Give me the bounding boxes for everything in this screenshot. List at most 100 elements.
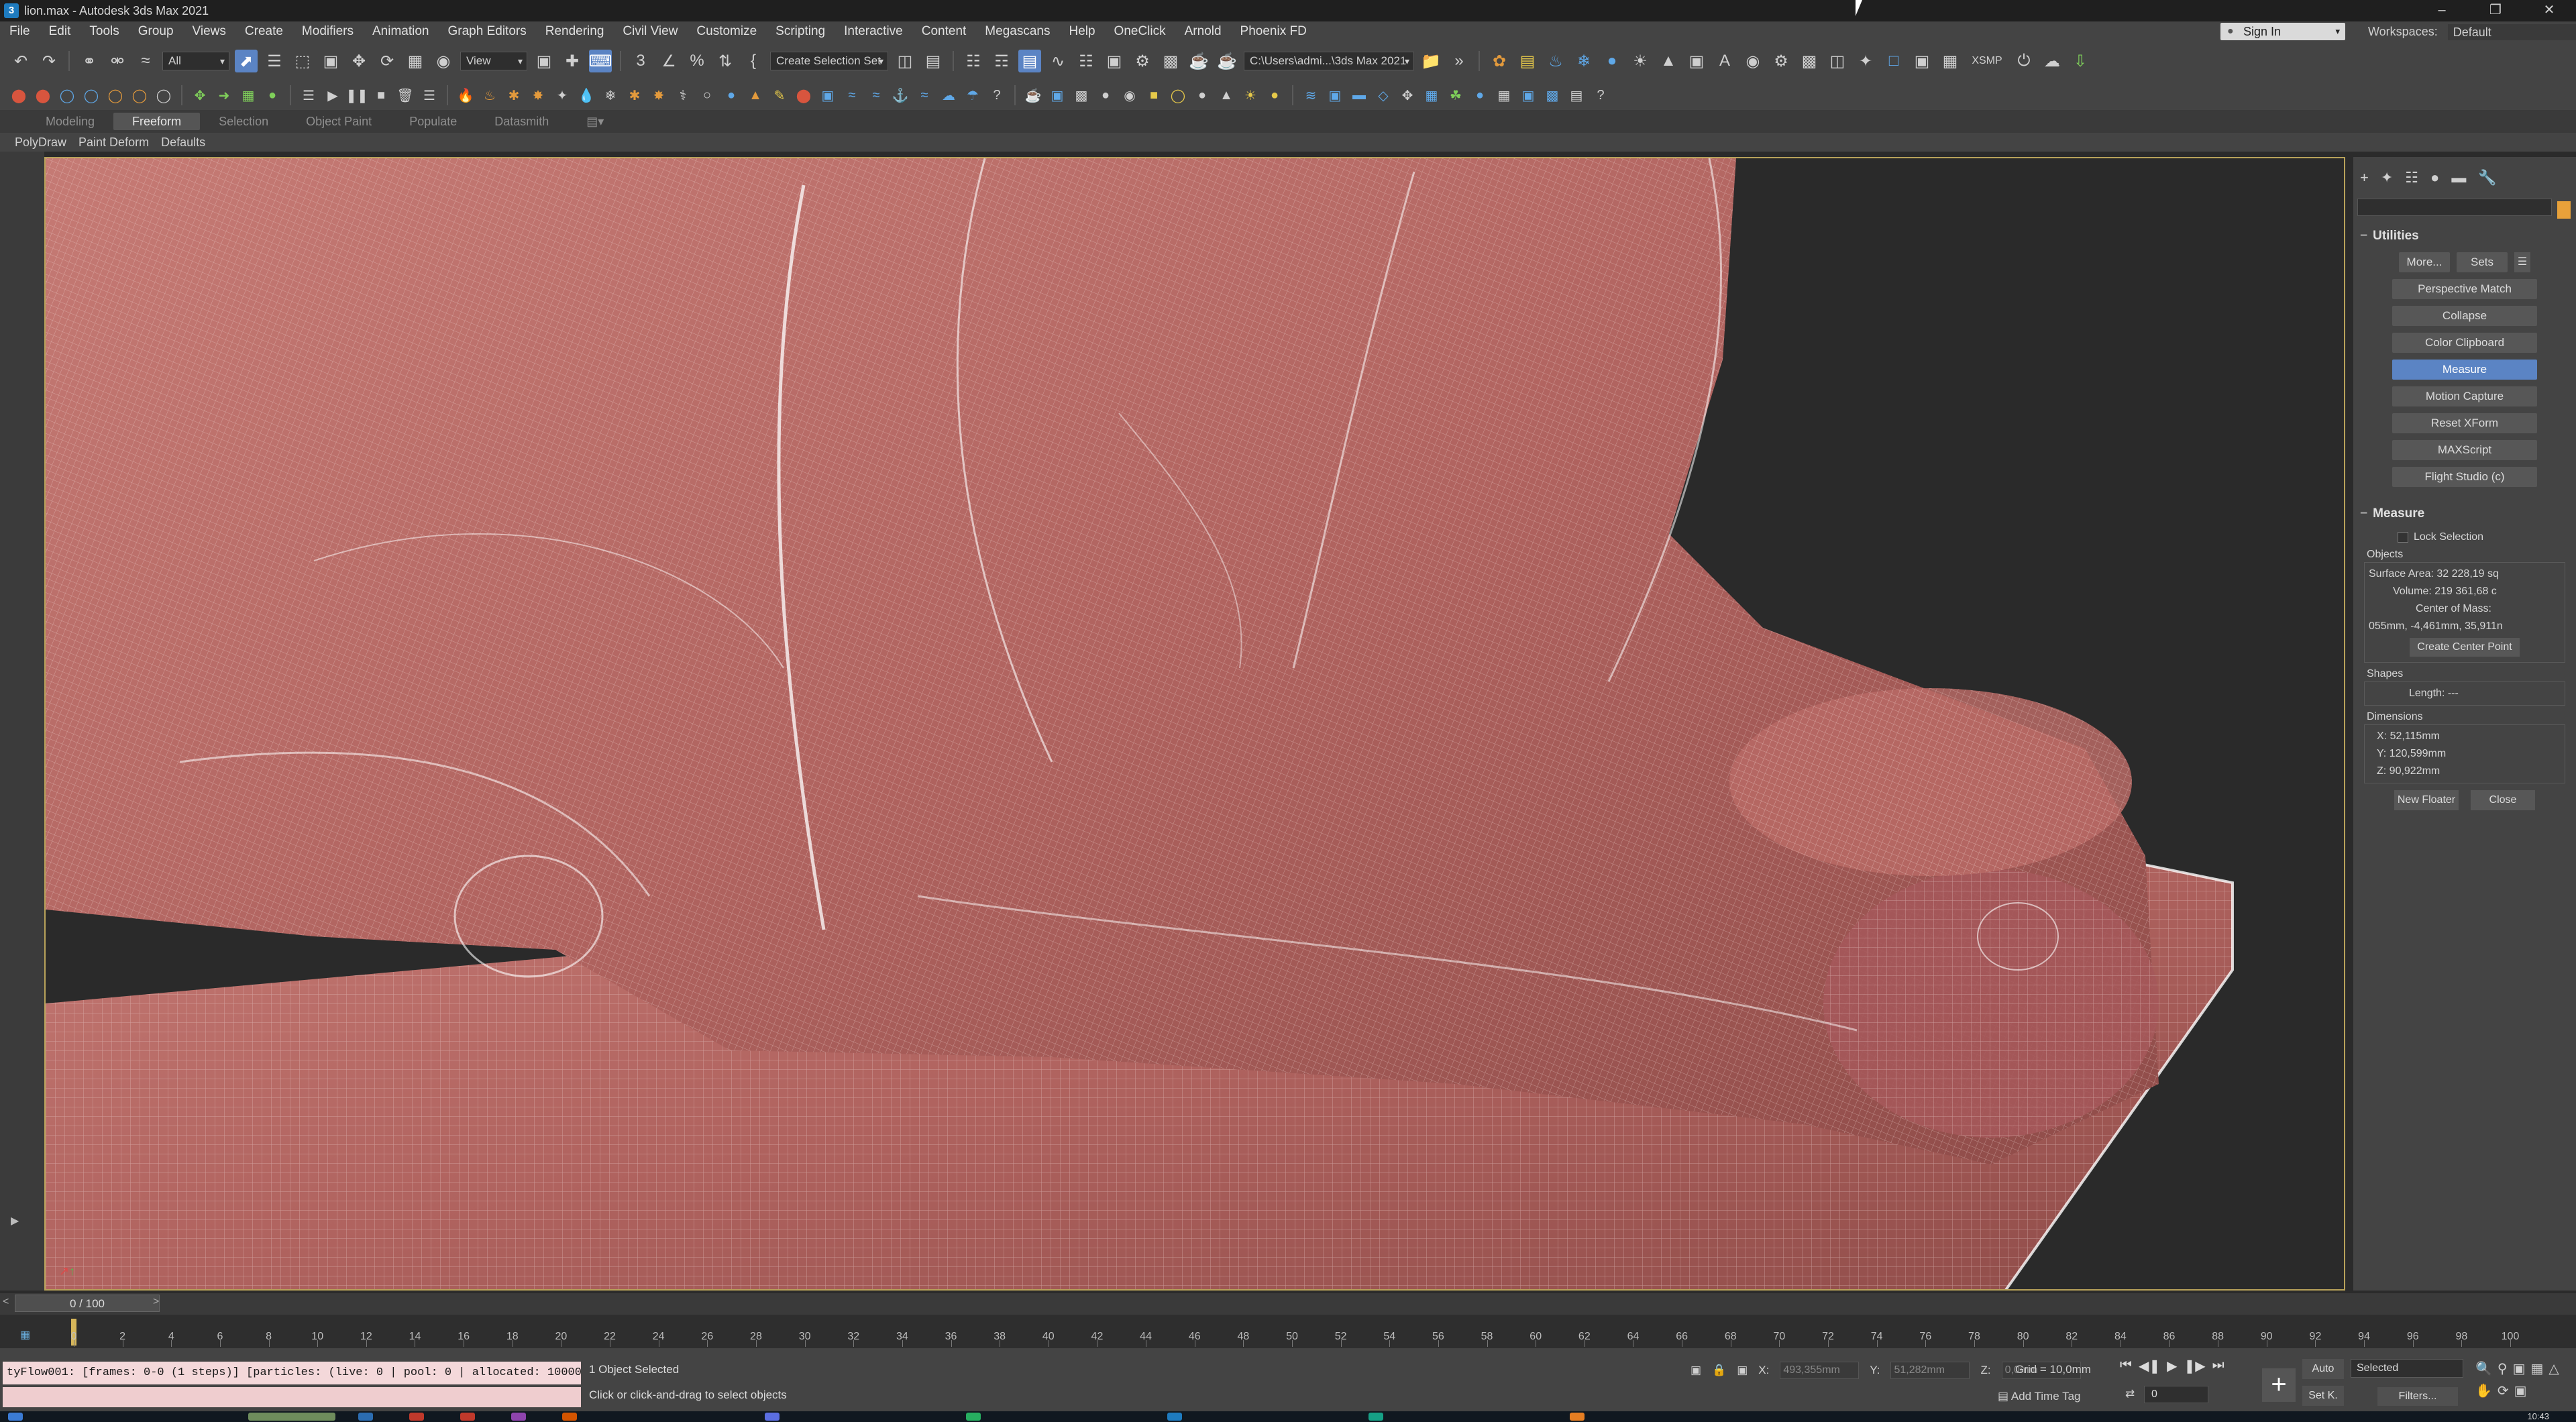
set-key-button[interactable]: Set K. xyxy=(2302,1386,2344,1406)
ring-icon[interactable]: ◯ xyxy=(106,86,125,105)
time-slider[interactable]: < 0 / 100 > xyxy=(0,1293,2576,1315)
timeline-track[interactable]: ▦ 0 2 4 6 8 10 12 14 16 18 20 22 24 26 28 30 32 34 36 38 40 4… xyxy=(0,1315,2576,1348)
playlist-icon[interactable]: ☰ xyxy=(299,86,318,105)
text-tool-icon[interactable]: A xyxy=(1713,50,1736,72)
frame-icon[interactable]: ▣ xyxy=(1911,50,1933,72)
taskbar-app-icon[interactable] xyxy=(562,1413,577,1421)
rotate-icon[interactable]: ⟳ xyxy=(376,50,398,72)
tab-selection[interactable]: Selection xyxy=(200,113,287,130)
isolate-selection-icon[interactable]: ▣ xyxy=(1690,1364,1701,1377)
go-to-start-icon[interactable]: ⏮ xyxy=(2120,1358,2132,1374)
menu-civil-view[interactable]: Civil View xyxy=(613,24,687,39)
phoenix-liquid-icon[interactable]: ❄ xyxy=(1572,50,1595,72)
sets-button[interactable]: Sets xyxy=(2457,252,2508,272)
redo-icon[interactable]: ↷ xyxy=(38,50,60,72)
3dsmax-taskbar-icon[interactable] xyxy=(1167,1413,1182,1421)
perspective-viewport[interactable]: ↗↑ xyxy=(44,157,2345,1291)
menu-create[interactable]: Create xyxy=(235,24,292,39)
cloud-sim-icon[interactable]: ☁ xyxy=(939,86,958,105)
window-icon[interactable]: □ xyxy=(1882,50,1905,72)
rendered-frame-window-icon[interactable]: ▩ xyxy=(1159,50,1182,72)
modify-tab-icon[interactable]: ✦ xyxy=(2381,169,2393,186)
taskbar-app-icon[interactable] xyxy=(765,1413,780,1421)
grid-icon[interactable]: ▦ xyxy=(1939,50,1962,72)
triangle-tool-icon[interactable]: ▲ xyxy=(1657,50,1680,72)
scatter-icon[interactable]: ☘ xyxy=(1446,86,1465,105)
taskbar-app-icon[interactable] xyxy=(966,1413,981,1421)
select-manipulate-icon[interactable]: ✚ xyxy=(561,50,584,72)
field-of-view-icon[interactable]: △ xyxy=(2548,1360,2559,1377)
menu-oneclick[interactable]: OneClick xyxy=(1105,24,1175,39)
power-icon[interactable]: ⏻ xyxy=(2012,50,2035,72)
fur-icon[interactable]: ≋ xyxy=(1301,86,1320,105)
sun-icon[interactable]: ☀ xyxy=(1629,50,1652,72)
taskbar-app-icon[interactable] xyxy=(409,1413,424,1421)
angle-snap-icon[interactable]: ∠ xyxy=(657,50,680,72)
set-keys-icon[interactable]: + xyxy=(2262,1368,2296,1402)
edit-named-selection-icon[interactable]: { xyxy=(742,50,765,72)
selection-filter-dropdown[interactable]: All xyxy=(162,52,229,70)
ies-light-icon[interactable]: ▲ xyxy=(1217,86,1236,105)
select-by-name-icon[interactable]: ☰ xyxy=(263,50,286,72)
motion-capture-button[interactable]: Motion Capture xyxy=(2392,386,2537,406)
menu-content[interactable]: Content xyxy=(912,24,976,39)
tab-freeform[interactable]: Freeform xyxy=(113,113,201,130)
disc-icon[interactable]: ◯ xyxy=(130,86,149,105)
render-icon[interactable]: ⬤ xyxy=(34,86,52,105)
foam-icon[interactable]: ❄ xyxy=(601,86,620,105)
utilities-tab-icon[interactable]: 🔧 xyxy=(2478,169,2496,186)
render-region-icon[interactable]: ▣ xyxy=(1685,50,1708,72)
move-icon[interactable]: ✥ xyxy=(347,50,370,72)
list-icon[interactable]: ☰ xyxy=(420,86,439,105)
orbit-icon[interactable]: ◯ xyxy=(82,86,101,105)
ship-icon[interactable]: ⚓ xyxy=(891,86,910,105)
stop-icon[interactable]: ■ xyxy=(372,86,390,105)
save-icon[interactable]: ▤ xyxy=(1567,86,1586,105)
previous-frame-icon[interactable]: ◀❚ xyxy=(2139,1358,2160,1374)
menu-views[interactable]: Views xyxy=(183,24,235,39)
tyflow-icon[interactable]: ✿ xyxy=(1488,50,1511,72)
maxscript-listener-input[interactable] xyxy=(3,1387,581,1407)
maxscript-listener-output[interactable]: tyFlow001: [frames: 0-0 (1 steps)] [part… xyxy=(3,1362,581,1384)
curve-editor-icon[interactable]: ∿ xyxy=(1046,50,1069,72)
undo-icon[interactable]: ↶ xyxy=(9,50,32,72)
texture-icon[interactable]: ▩ xyxy=(1798,50,1821,72)
plane-icon[interactable]: ▬ xyxy=(1350,86,1368,105)
ribbon-options-icon[interactable]: ▤▾ xyxy=(568,113,623,130)
menu-rendering[interactable]: Rendering xyxy=(536,24,614,39)
play-animation-icon[interactable]: ▶ xyxy=(2167,1358,2177,1374)
workspace-selector[interactable]: Workspaces: Default xyxy=(2368,21,2576,42)
reset-xform-button[interactable]: Reset XForm xyxy=(2392,413,2537,433)
emitter-icon[interactable]: ✸ xyxy=(529,86,547,105)
defaults-button[interactable]: Defaults xyxy=(161,135,205,150)
xsmp-label-icon[interactable]: XSMP xyxy=(1967,50,2007,72)
track-bar-icon[interactable]: ▦ xyxy=(20,1328,30,1342)
download-icon[interactable]: ⇩ xyxy=(2069,50,2092,72)
reference-coordinate-dropdown[interactable]: View xyxy=(460,52,527,70)
wave-icon[interactable]: ≈ xyxy=(843,86,861,105)
menu-animation[interactable]: Animation xyxy=(363,24,439,39)
taskbar-app-icon[interactable] xyxy=(1570,1413,1585,1421)
render-setup-icon[interactable]: ⚙ xyxy=(1131,50,1154,72)
hierarchy-tab-icon[interactable]: ☷ xyxy=(2405,169,2418,186)
paint-deform-button[interactable]: Paint Deform xyxy=(78,135,149,150)
start-icon[interactable] xyxy=(8,1413,23,1421)
tab-modeling[interactable]: Modeling xyxy=(27,113,113,130)
material-ball-icon[interactable]: ● xyxy=(1470,86,1489,105)
lock-selection-checkbox[interactable] xyxy=(2398,531,2408,543)
trash-icon[interactable]: 🗑 xyxy=(396,86,415,105)
polydraw-button[interactable]: PolyDraw xyxy=(15,135,66,150)
help-icon[interactable]: ? xyxy=(987,86,1006,105)
color-clipboard-button[interactable]: Color Clipboard xyxy=(2392,333,2537,353)
material-editor-icon[interactable]: ▣ xyxy=(1103,50,1126,72)
flask-icon[interactable]: ⚕ xyxy=(674,86,692,105)
x-coord-field[interactable]: 493,355mm xyxy=(1780,1362,1860,1379)
next-frame-icon[interactable]: ❚▶ xyxy=(2184,1358,2206,1374)
measure-rollout-header[interactable]: Measure xyxy=(2353,503,2576,525)
taskbar-app-icon[interactable] xyxy=(1368,1413,1383,1421)
search-box-thumbnail[interactable] xyxy=(248,1413,335,1421)
scene-explorer-icon[interactable]: ☷ xyxy=(962,50,985,72)
viewport-layout-icon[interactable]: ◫ xyxy=(1826,50,1849,72)
bind-space-warp-icon[interactable]: ≈ xyxy=(134,50,157,72)
percent-snap-icon[interactable]: % xyxy=(686,50,708,72)
